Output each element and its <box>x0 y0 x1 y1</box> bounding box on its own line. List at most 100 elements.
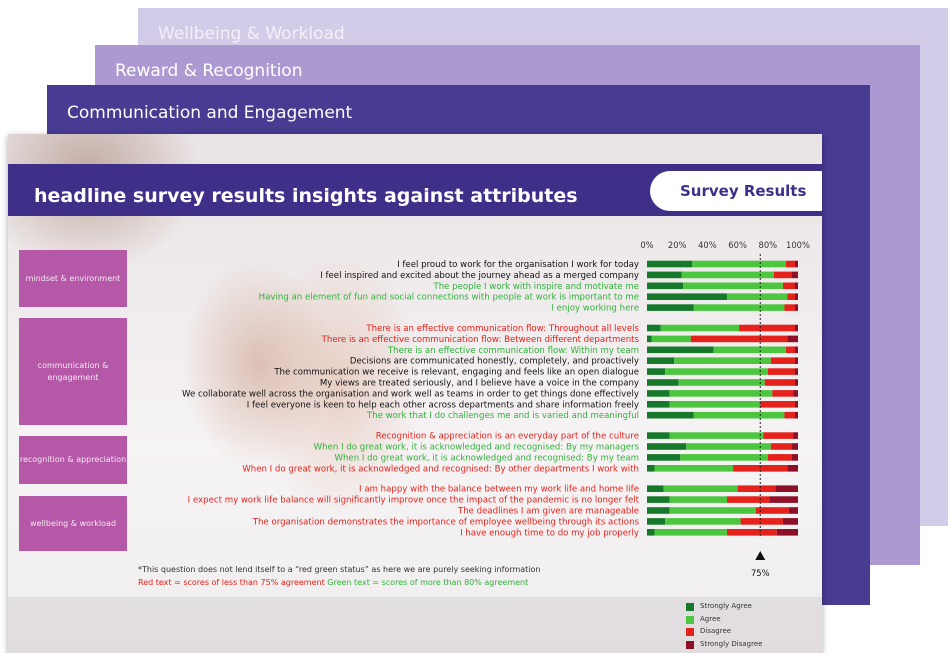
row-label: There is an effective communication flow… <box>321 335 640 345</box>
bar-segment <box>739 324 795 332</box>
bar-segment <box>647 335 652 343</box>
bar-segment <box>647 271 682 279</box>
row-label: There is an effective communication flow… <box>365 324 639 334</box>
bar-segment <box>654 465 734 472</box>
bar-segment <box>767 368 795 375</box>
row-label: The deadlines I am given are manageable <box>457 507 639 517</box>
bar-segment <box>669 390 773 397</box>
communication-engagement-title: Communication and Engagement <box>67 103 353 123</box>
row-label: I feel proud to work for the organisatio… <box>397 260 639 270</box>
legend-label: Strongly Agree <box>700 602 752 610</box>
bar-segment <box>727 529 777 536</box>
bar-segment <box>647 346 714 354</box>
bar-segment <box>782 282 795 290</box>
row-label: There is an effective communication flow… <box>387 346 639 356</box>
bar-segment <box>647 454 681 461</box>
bar-segment <box>769 496 798 503</box>
bar-segment <box>794 368 798 375</box>
wellbeing-workload-title: Wellbeing & Workload <box>158 24 345 44</box>
legend-label: Strongly Disagree <box>700 639 763 648</box>
bar-segment <box>647 304 694 311</box>
bar-segment <box>647 357 675 364</box>
bar-segment <box>794 346 798 354</box>
bar-segment <box>773 271 792 279</box>
x-tick-label: 60% <box>728 240 747 250</box>
bar-segment <box>683 282 783 290</box>
bar-segment <box>788 507 798 514</box>
bar-segment <box>740 518 783 525</box>
row-label: We collaborate well across the organisat… <box>182 389 639 399</box>
bar-segment <box>763 432 794 439</box>
colour-key-note: Red text = scores of less than 75% agree… <box>138 578 528 587</box>
row-label: I feel everyone is keen to help each oth… <box>247 400 639 410</box>
row-label: Recognition & appreciation is an everyda… <box>376 432 639 442</box>
bar-segment <box>665 518 741 525</box>
legend-swatch <box>686 615 694 624</box>
bar-segment <box>680 454 768 461</box>
legend-swatch <box>686 628 694 636</box>
bar-segment <box>793 432 798 439</box>
row-label: The organisation demonstrates the import… <box>252 517 640 527</box>
bar-segment <box>794 324 798 332</box>
legend-swatch <box>686 640 694 649</box>
bar-segment <box>737 485 776 492</box>
x-tick-label: 100% <box>786 240 810 250</box>
bar-segment <box>669 496 728 503</box>
row-label: I am happy with the balance between my w… <box>359 485 639 495</box>
bar-segment <box>727 496 770 503</box>
row-label: The work that I do challenges me and is … <box>366 411 639 421</box>
bar-segment <box>647 465 655 472</box>
row-label: The communication we receive is relevant… <box>273 368 639 378</box>
bar-segment <box>669 401 761 408</box>
row-label: The people I work with inspire and motiv… <box>432 282 639 292</box>
bar-segment <box>693 411 785 419</box>
x-tick-label: 0% <box>640 240 653 250</box>
bar-segment <box>674 357 771 364</box>
bar-segment <box>647 260 693 268</box>
bar-segment <box>764 379 795 386</box>
bar-segment <box>727 293 788 300</box>
bar-segment <box>787 335 798 343</box>
bar-segment <box>690 335 788 343</box>
bar-segment <box>647 379 679 386</box>
bar-segment <box>693 304 785 311</box>
bar-segment <box>647 324 661 332</box>
row-label: Having an element of fun and social conn… <box>259 293 639 303</box>
x-tick-label: 20% <box>668 240 687 250</box>
reference-marker-label: 75% <box>751 568 770 578</box>
row-label: I expect my work life balance will signi… <box>188 496 640 506</box>
bar-segment <box>767 454 792 461</box>
row-label: I feel inspired and excited about the jo… <box>320 271 639 281</box>
bar-segment <box>794 401 798 408</box>
bar-segment <box>647 496 670 503</box>
bar-segment <box>647 518 666 525</box>
bar-segment <box>647 529 655 536</box>
bar-segment <box>665 368 768 375</box>
bar-segment <box>794 411 798 419</box>
bar-segment <box>647 401 670 408</box>
bar-segment <box>793 390 798 397</box>
bar-segment <box>791 271 798 279</box>
x-tick-label: 40% <box>698 240 717 250</box>
survey-results-slide[interactable]: headline survey results insights against… <box>8 134 822 653</box>
bar-segment <box>784 304 795 311</box>
red-text-key: Red text = scores of less than 75% agree… <box>138 578 325 587</box>
bar-segment <box>660 324 740 332</box>
bar-segment <box>787 293 795 300</box>
row-label: When I do great work, it is acknowledged… <box>242 464 639 474</box>
bar-segment <box>794 304 798 311</box>
row-label: When I do great work, it is acknowledged… <box>334 453 639 463</box>
bar-segment <box>775 485 798 492</box>
row-label: My views are treated seriously, and I be… <box>320 379 639 389</box>
row-label: I have enough time to do my job properly <box>460 528 639 538</box>
bar-segment <box>770 357 795 364</box>
bar-segment <box>772 390 794 397</box>
bar-segment <box>760 401 795 408</box>
bar-segment <box>647 390 670 397</box>
bar-segment <box>776 529 798 536</box>
bar-segment <box>647 282 684 290</box>
bar-segment <box>647 507 670 514</box>
bar-segment <box>669 507 756 514</box>
bar-segment <box>654 529 728 536</box>
bar-segment <box>713 346 786 354</box>
